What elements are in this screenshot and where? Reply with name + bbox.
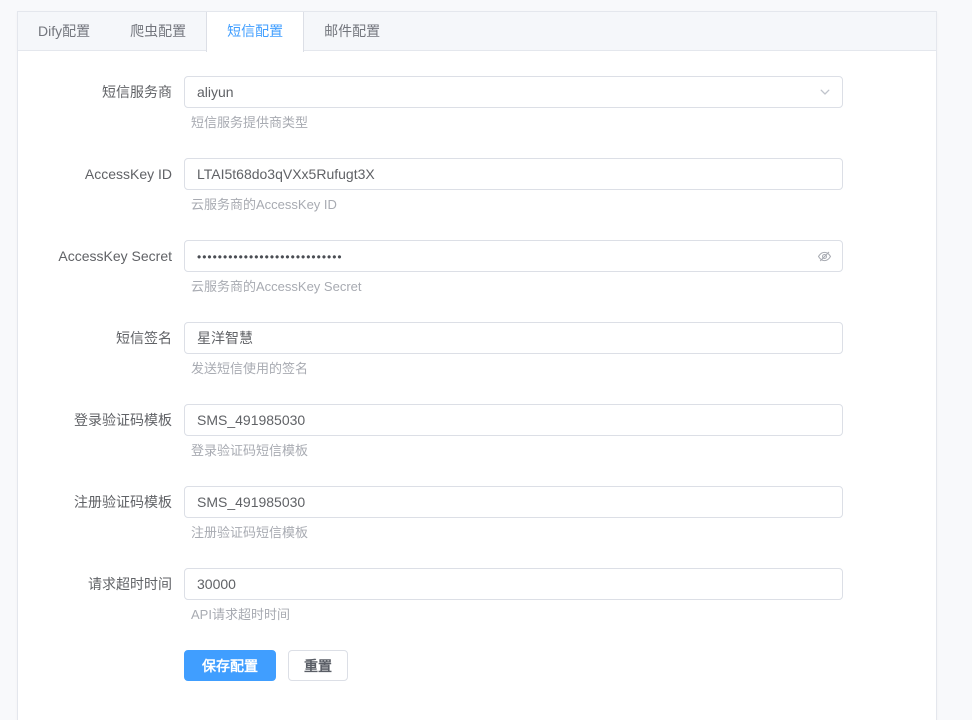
config-card: Dify配置 爬虫配置 短信配置 邮件配置 短信服务商 aliyun 短信服务提… [17,11,937,720]
form-item-register-captcha-template: 注册验证码模板 注册验证码短信模板 [18,486,936,541]
sms-provider-value: aliyun [197,84,234,100]
accesskey-id-label: AccessKey ID [18,158,184,213]
sms-signature-label: 短信签名 [18,322,184,377]
form-item-request-timeout: 请求超时时间 API请求超时时间 [18,568,936,623]
request-timeout-input[interactable] [184,568,843,600]
accesskey-secret-masked-value: •••••••••••••••••••••••••••• [197,250,343,264]
sms-signature-help: 发送短信使用的签名 [184,360,843,377]
accesskey-secret-input[interactable]: •••••••••••••••••••••••••••• [184,240,843,272]
form-item-login-captcha-template: 登录验证码模板 登录验证码短信模板 [18,404,936,459]
form-item-sms-provider: 短信服务商 aliyun 短信服务提供商类型 [18,76,936,131]
register-captcha-template-help: 注册验证码短信模板 [184,524,843,541]
login-captcha-template-help: 登录验证码短信模板 [184,442,843,459]
form-actions: 保存配置 重置 [184,650,936,681]
tab-dify-config[interactable]: Dify配置 [18,12,110,50]
tab-crawler-config[interactable]: 爬虫配置 [110,12,206,50]
tabs-header: Dify配置 爬虫配置 短信配置 邮件配置 [18,12,936,51]
tab-email-config[interactable]: 邮件配置 [304,12,400,50]
accesskey-secret-help: 云服务商的AccessKey Secret [184,278,843,295]
sms-provider-help: 短信服务提供商类型 [184,114,843,131]
save-config-button[interactable]: 保存配置 [184,650,276,681]
sms-provider-label: 短信服务商 [18,76,184,131]
login-captcha-template-label: 登录验证码模板 [18,404,184,459]
sms-config-form: 短信服务商 aliyun 短信服务提供商类型 AccessKey ID 云服务商… [18,51,936,681]
sms-provider-select[interactable]: aliyun [184,76,843,108]
eye-off-icon[interactable] [817,249,832,264]
accesskey-id-input[interactable] [184,158,843,190]
register-captcha-template-input[interactable] [184,486,843,518]
chevron-down-icon [818,85,832,99]
accesskey-secret-label: AccessKey Secret [18,240,184,295]
form-item-sms-signature: 短信签名 发送短信使用的签名 [18,322,936,377]
tab-sms-config[interactable]: 短信配置 [206,12,304,52]
reset-button[interactable]: 重置 [288,650,348,681]
request-timeout-help: API请求超时时间 [184,606,843,623]
sms-signature-input[interactable] [184,322,843,354]
form-item-accesskey-secret: AccessKey Secret •••••••••••••••••••••••… [18,240,936,295]
login-captcha-template-input[interactable] [184,404,843,436]
register-captcha-template-label: 注册验证码模板 [18,486,184,541]
accesskey-id-help: 云服务商的AccessKey ID [184,196,843,213]
form-item-accesskey-id: AccessKey ID 云服务商的AccessKey ID [18,158,936,213]
request-timeout-label: 请求超时时间 [18,568,184,623]
